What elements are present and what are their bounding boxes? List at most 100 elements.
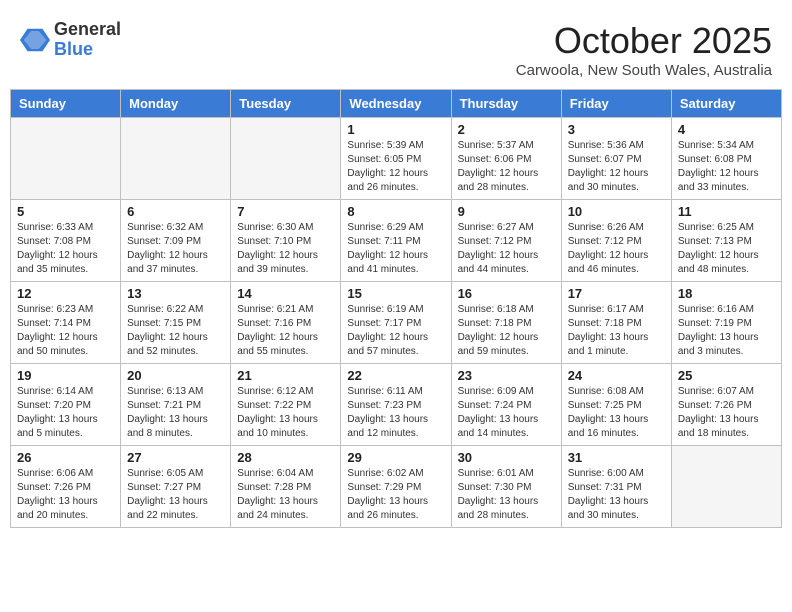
calendar-day-cell: 16 Sunrise: 6:18 AM Sunset: 7:18 PM Dayli… xyxy=(451,282,561,364)
calendar-day-cell: 5Sunrise: 6:33 AM Sunset: 7:08 PM Daylig… xyxy=(11,200,121,282)
calendar-day-cell: 31 Sunrise: 6:00 AM Sunset: 7:31 PM Dayli… xyxy=(561,446,671,528)
day-number: 10 xyxy=(568,204,665,219)
calendar-day-cell: 22Sunrise: 6:11 AM Sunset: 7:23 PM Dayli… xyxy=(341,364,451,446)
day-number: 14 xyxy=(237,286,334,301)
calendar-day-cell: 11Sunrise: 6:25 AM Sunset: 7:13 PM Dayli… xyxy=(671,200,781,282)
logo-general-label: General xyxy=(54,20,121,40)
calendar-day-cell: 29Sunrise: 6:02 AM Sunset: 7:29 PM Dayli… xyxy=(341,446,451,528)
day-number: 16 xyxy=(458,286,555,301)
logo-icon xyxy=(20,25,50,55)
day-number: 22 xyxy=(347,368,444,383)
logo-blue-label: Blue xyxy=(54,40,121,60)
day-info: Sunrise: 6:32 AM Sunset: 7:09 PM Dayligh… xyxy=(127,221,224,277)
day-number: 18 xyxy=(678,286,775,301)
day-info: Sunrise: 6:21 AM Sunset: 7:16 PM Dayligh… xyxy=(237,303,334,359)
title-block: October 2025 Carwoola, New South Wales, … xyxy=(516,20,772,79)
calendar-day-cell: 14 Sunrise: 6:21 AM Sunset: 7:16 PM Dayli… xyxy=(231,282,341,364)
day-number: 25 xyxy=(678,368,775,383)
calendar-day-cell: 21Sunrise: 6:12 AM Sunset: 7:22 PM Dayli… xyxy=(231,364,341,446)
calendar-day-cell: 3 Sunrise: 5:36 AM Sunset: 6:07 PM Daylig… xyxy=(561,118,671,200)
calendar-day-cell: 13 Sunrise: 6:22 AM Sunset: 7:15 PM Dayli… xyxy=(121,282,231,364)
day-number: 7 xyxy=(237,204,334,219)
calendar-week-row: 12Sunrise: 6:23 AM Sunset: 7:14 PM Dayli… xyxy=(11,282,782,364)
day-info: Sunrise: 6:06 AM Sunset: 7:26 PM Dayligh… xyxy=(17,467,114,523)
day-info: Sunrise: 5:34 AM Sunset: 6:08 PM Dayligh… xyxy=(678,139,775,195)
calendar-day-cell: 9 Sunrise: 6:27 AM Sunset: 7:12 PM Daylig… xyxy=(451,200,561,282)
page-header: General Blue October 2025 Carwoola, New … xyxy=(10,10,782,84)
calendar-day-cell xyxy=(671,446,781,528)
day-number: 9 xyxy=(458,204,555,219)
month-title: October 2025 xyxy=(516,20,772,62)
day-number: 1 xyxy=(347,122,444,137)
column-header-saturday: Saturday xyxy=(671,90,781,118)
day-number: 17 xyxy=(568,286,665,301)
day-info: Sunrise: 6:08 AM Sunset: 7:25 PM Dayligh… xyxy=(568,385,665,441)
location-label: Carwoola, New South Wales, Australia xyxy=(516,62,772,79)
calendar-day-cell: 25 Sunrise: 6:07 AM Sunset: 7:26 PM Dayli… xyxy=(671,364,781,446)
calendar-day-cell xyxy=(121,118,231,200)
day-number: 23 xyxy=(458,368,555,383)
column-header-monday: Monday xyxy=(121,90,231,118)
day-number: 6 xyxy=(127,204,224,219)
day-number: 20 xyxy=(127,368,224,383)
calendar-day-cell: 8Sunrise: 6:29 AM Sunset: 7:11 PM Daylig… xyxy=(341,200,451,282)
calendar-day-cell: 15Sunrise: 6:19 AM Sunset: 7:17 PM Dayli… xyxy=(341,282,451,364)
day-info: Sunrise: 6:00 AM Sunset: 7:31 PM Dayligh… xyxy=(568,467,665,523)
day-info: Sunrise: 6:22 AM Sunset: 7:15 PM Dayligh… xyxy=(127,303,224,359)
calendar-header-row: SundayMondayTuesdayWednesdayThursdayFrid… xyxy=(11,90,782,118)
calendar-table: SundayMondayTuesdayWednesdayThursdayFrid… xyxy=(10,89,782,528)
day-info: Sunrise: 6:05 AM Sunset: 7:27 PM Dayligh… xyxy=(127,467,224,523)
calendar-day-cell: 24 Sunrise: 6:08 AM Sunset: 7:25 PM Dayli… xyxy=(561,364,671,446)
day-number: 13 xyxy=(127,286,224,301)
column-header-wednesday: Wednesday xyxy=(341,90,451,118)
day-number: 3 xyxy=(568,122,665,137)
column-header-sunday: Sunday xyxy=(11,90,121,118)
day-info: Sunrise: 5:37 AM Sunset: 6:06 PM Dayligh… xyxy=(458,139,555,195)
calendar-day-cell: 4Sunrise: 5:34 AM Sunset: 6:08 PM Daylig… xyxy=(671,118,781,200)
day-info: Sunrise: 6:26 AM Sunset: 7:12 PM Dayligh… xyxy=(568,221,665,277)
logo-text: General Blue xyxy=(54,20,121,60)
day-info: Sunrise: 6:12 AM Sunset: 7:22 PM Dayligh… xyxy=(237,385,334,441)
day-info: Sunrise: 6:14 AM Sunset: 7:20 PM Dayligh… xyxy=(17,385,114,441)
calendar-day-cell: 17 Sunrise: 6:17 AM Sunset: 7:18 PM Dayli… xyxy=(561,282,671,364)
day-info: Sunrise: 5:39 AM Sunset: 6:05 PM Dayligh… xyxy=(347,139,444,195)
day-info: Sunrise: 6:07 AM Sunset: 7:26 PM Dayligh… xyxy=(678,385,775,441)
day-info: Sunrise: 6:27 AM Sunset: 7:12 PM Dayligh… xyxy=(458,221,555,277)
column-header-thursday: Thursday xyxy=(451,90,561,118)
day-number: 2 xyxy=(458,122,555,137)
calendar-day-cell: 10 Sunrise: 6:26 AM Sunset: 7:12 PM Dayli… xyxy=(561,200,671,282)
day-info: Sunrise: 5:36 AM Sunset: 6:07 PM Dayligh… xyxy=(568,139,665,195)
column-header-tuesday: Tuesday xyxy=(231,90,341,118)
day-info: Sunrise: 6:09 AM Sunset: 7:24 PM Dayligh… xyxy=(458,385,555,441)
calendar-day-cell: 28Sunrise: 6:04 AM Sunset: 7:28 PM Dayli… xyxy=(231,446,341,528)
calendar-day-cell: 23 Sunrise: 6:09 AM Sunset: 7:24 PM Dayli… xyxy=(451,364,561,446)
calendar-day-cell: 27 Sunrise: 6:05 AM Sunset: 7:27 PM Dayli… xyxy=(121,446,231,528)
logo: General Blue xyxy=(20,20,121,60)
day-info: Sunrise: 6:29 AM Sunset: 7:11 PM Dayligh… xyxy=(347,221,444,277)
calendar-day-cell xyxy=(11,118,121,200)
calendar-day-cell: 12Sunrise: 6:23 AM Sunset: 7:14 PM Dayli… xyxy=(11,282,121,364)
day-number: 27 xyxy=(127,450,224,465)
day-info: Sunrise: 6:17 AM Sunset: 7:18 PM Dayligh… xyxy=(568,303,665,359)
calendar-week-row: 26 Sunrise: 6:06 AM Sunset: 7:26 PM Dayli… xyxy=(11,446,782,528)
calendar-day-cell xyxy=(231,118,341,200)
day-info: Sunrise: 6:18 AM Sunset: 7:18 PM Dayligh… xyxy=(458,303,555,359)
day-number: 11 xyxy=(678,204,775,219)
calendar-day-cell: 30 Sunrise: 6:01 AM Sunset: 7:30 PM Dayli… xyxy=(451,446,561,528)
calendar-week-row: 5Sunrise: 6:33 AM Sunset: 7:08 PM Daylig… xyxy=(11,200,782,282)
day-info: Sunrise: 6:01 AM Sunset: 7:30 PM Dayligh… xyxy=(458,467,555,523)
day-number: 26 xyxy=(17,450,114,465)
day-number: 19 xyxy=(17,368,114,383)
day-number: 31 xyxy=(568,450,665,465)
calendar-day-cell: 26 Sunrise: 6:06 AM Sunset: 7:26 PM Dayli… xyxy=(11,446,121,528)
day-info: Sunrise: 6:33 AM Sunset: 7:08 PM Dayligh… xyxy=(17,221,114,277)
calendar-week-row: 1 Sunrise: 5:39 AM Sunset: 6:05 PM Daylig… xyxy=(11,118,782,200)
column-header-friday: Friday xyxy=(561,90,671,118)
calendar-day-cell: 7Sunrise: 6:30 AM Sunset: 7:10 PM Daylig… xyxy=(231,200,341,282)
calendar-week-row: 19 Sunrise: 6:14 AM Sunset: 7:20 PM Dayli… xyxy=(11,364,782,446)
day-number: 30 xyxy=(458,450,555,465)
day-number: 24 xyxy=(568,368,665,383)
calendar-day-cell: 6 Sunrise: 6:32 AM Sunset: 7:09 PM Daylig… xyxy=(121,200,231,282)
day-info: Sunrise: 6:02 AM Sunset: 7:29 PM Dayligh… xyxy=(347,467,444,523)
calendar-day-cell: 20Sunrise: 6:13 AM Sunset: 7:21 PM Dayli… xyxy=(121,364,231,446)
